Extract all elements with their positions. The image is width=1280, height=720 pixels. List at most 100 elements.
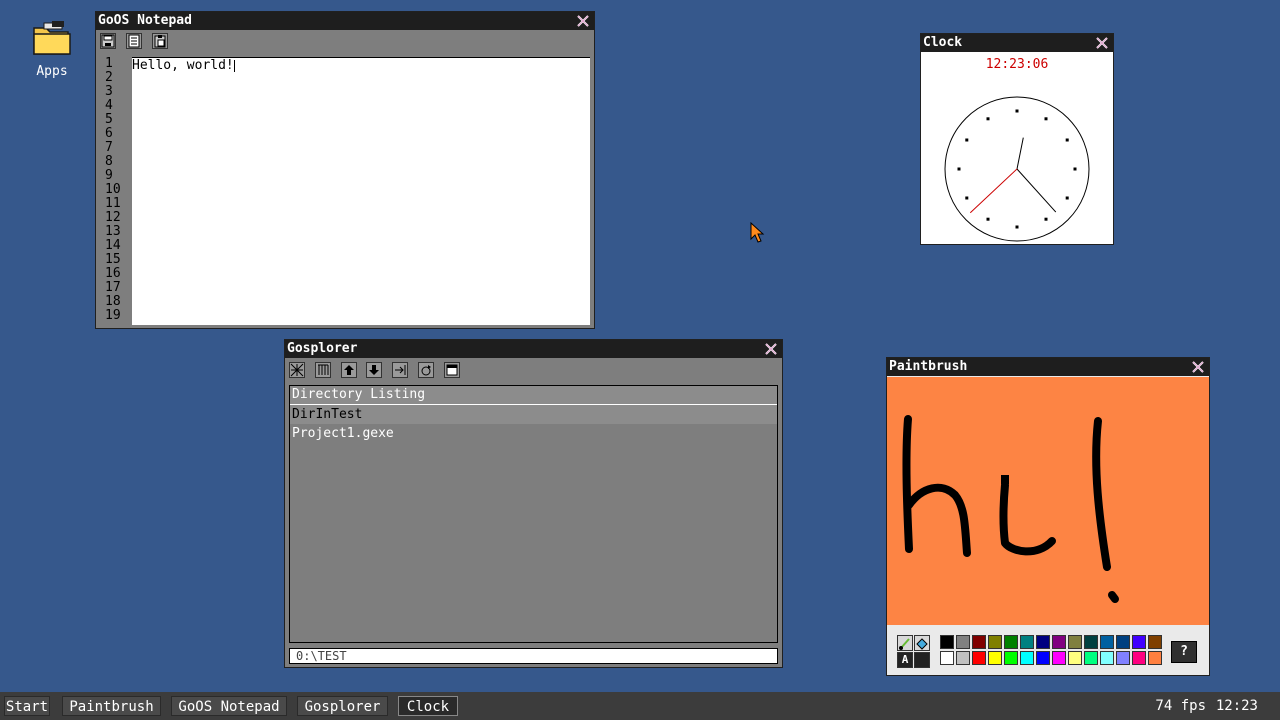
taskbar-button-notepad[interactable]: GoOS Notepad [171,696,287,716]
color-swatch[interactable] [988,635,1002,649]
taskbar-button-clock[interactable]: Clock [398,696,458,716]
list-item-label: DirInTest [292,407,363,422]
color-swatch[interactable] [1052,651,1066,665]
fill-bucket-icon[interactable] [914,635,930,651]
line-number: 16 [105,266,121,281]
clock-tick [1044,117,1048,121]
window-icon[interactable] [443,362,460,378]
line-number: 6 [105,126,113,141]
clock-tick [1073,167,1077,171]
color-swatch[interactable] [1116,651,1130,665]
color-swatch[interactable] [956,651,970,665]
color-swatch[interactable] [972,635,986,649]
enter-icon[interactable] [392,362,409,378]
up-icon[interactable] [340,362,357,378]
clock-window[interactable]: Clock 12:23:06 [920,33,1114,245]
list-icon[interactable] [314,362,331,378]
clock-tick [965,196,969,200]
color-swatch[interactable] [1004,635,1018,649]
color-swatch[interactable] [972,651,986,665]
color-swatch[interactable] [1068,635,1082,649]
line-number: 17 [105,280,121,295]
directory-listing[interactable]: Directory Listing DirInTest Project1.gex… [289,385,778,643]
line-number: 8 [105,154,113,169]
open-icon[interactable] [125,33,142,49]
analog-clock-face [944,96,1090,242]
gosplorer-window[interactable]: Gosplorer Directory Listing DirInTest Pr… [284,339,783,668]
taskbar-button-paintbrush[interactable]: Paintbrush [62,696,161,716]
color-swatch[interactable] [940,651,954,665]
color-swatch[interactable] [1004,651,1018,665]
brush-icon[interactable] [897,635,913,651]
color-swatch[interactable] [1036,635,1050,649]
line-number: 7 [105,140,113,155]
close-icon[interactable] [1191,360,1205,374]
line-number: 13 [105,224,121,239]
digital-time: 12:23:06 [985,57,1049,72]
color-swatch[interactable] [1020,651,1034,665]
color-swatch[interactable] [1116,635,1130,649]
color-swatch[interactable] [1148,651,1162,665]
color-swatch[interactable] [1132,635,1146,649]
clock-tick [1065,138,1069,142]
line-number: 1 [105,56,113,71]
clock-titlebar[interactable]: Clock [921,34,1113,52]
close-icon[interactable] [576,14,590,28]
color-swatch[interactable] [1084,635,1098,649]
taskbar-clock: 12:23 [1215,698,1258,714]
close-icon[interactable] [764,342,778,356]
notepad-text-area[interactable]: Hello, world! [132,57,590,325]
list-item[interactable]: DirInTest [290,405,777,424]
color-swatch[interactable] [1084,651,1098,665]
down-icon[interactable] [366,362,383,378]
editor-line-text: Hello, world! [132,58,234,73]
notepad-titlebar[interactable]: GoOS Notepad [96,12,594,30]
color-swatch[interactable] [1148,635,1162,649]
save-icon[interactable] [100,33,116,49]
color-swatch[interactable] [956,635,970,649]
line-number: 11 [105,196,121,211]
paste-icon[interactable] [151,33,168,49]
desktop-icon-label: Apps [36,64,68,79]
taskbar: Start Paintbrush GoOS Notepad Gosplorer … [0,692,1280,720]
color-swatch[interactable] [1068,651,1082,665]
line-number: 18 [105,294,121,309]
grid-icon[interactable] [289,362,305,378]
paintbrush-titlebar[interactable]: Paintbrush [887,358,1209,376]
color-swatch[interactable] [940,635,954,649]
desktop-icon-apps[interactable]: Apps [28,20,76,79]
clock-tick [986,217,990,221]
window-title: Paintbrush [889,359,968,374]
paint-canvas[interactable] [887,377,1209,625]
gosplorer-titlebar[interactable]: Gosplorer [285,340,782,358]
taskbar-button-gosplorer[interactable]: Gosplorer [297,696,388,716]
text-tool-button[interactable]: A [897,652,913,668]
clock-tick [1015,225,1019,229]
help-button[interactable]: ? [1171,641,1197,663]
color-swatch[interactable] [1100,651,1114,665]
color-swatch[interactable] [988,651,1002,665]
color-swatch[interactable] [1020,635,1034,649]
list-item[interactable]: Project1.gexe [290,424,777,443]
line-number: 3 [105,84,113,99]
text-tool-label: A [901,653,909,666]
paintbrush-window[interactable]: Paintbrush A ? [886,357,1210,676]
path-field[interactable]: 0:\TEST [289,648,778,664]
start-button[interactable]: Start [4,696,50,716]
color-swatch[interactable] [1132,651,1146,665]
notepad-editor[interactable]: 1 2 3 4 5 6 7 8 9 10 11 12 13 14 15 16 17 18 19 Hello, wor… [99,57,590,325]
close-icon[interactable] [1095,36,1109,50]
clock-tick [1065,196,1069,200]
refresh-icon[interactable] [418,362,435,378]
clock-tick [965,138,969,142]
folder-icon [33,21,71,55]
notepad-window[interactable]: GoOS Notepad 1 2 3 4 5 6 7 8 9 10 11 12 13 14 15 16 17 18… [95,11,595,329]
clock-tick [1015,109,1019,113]
color-swatch[interactable] [1036,651,1050,665]
notepad-toolbar [96,30,594,50]
paint-tools: A [897,635,931,669]
line-number: 14 [105,238,121,253]
color-swatch[interactable] [1052,635,1066,649]
tool-slot-icon[interactable] [914,652,930,668]
color-swatch[interactable] [1100,635,1114,649]
